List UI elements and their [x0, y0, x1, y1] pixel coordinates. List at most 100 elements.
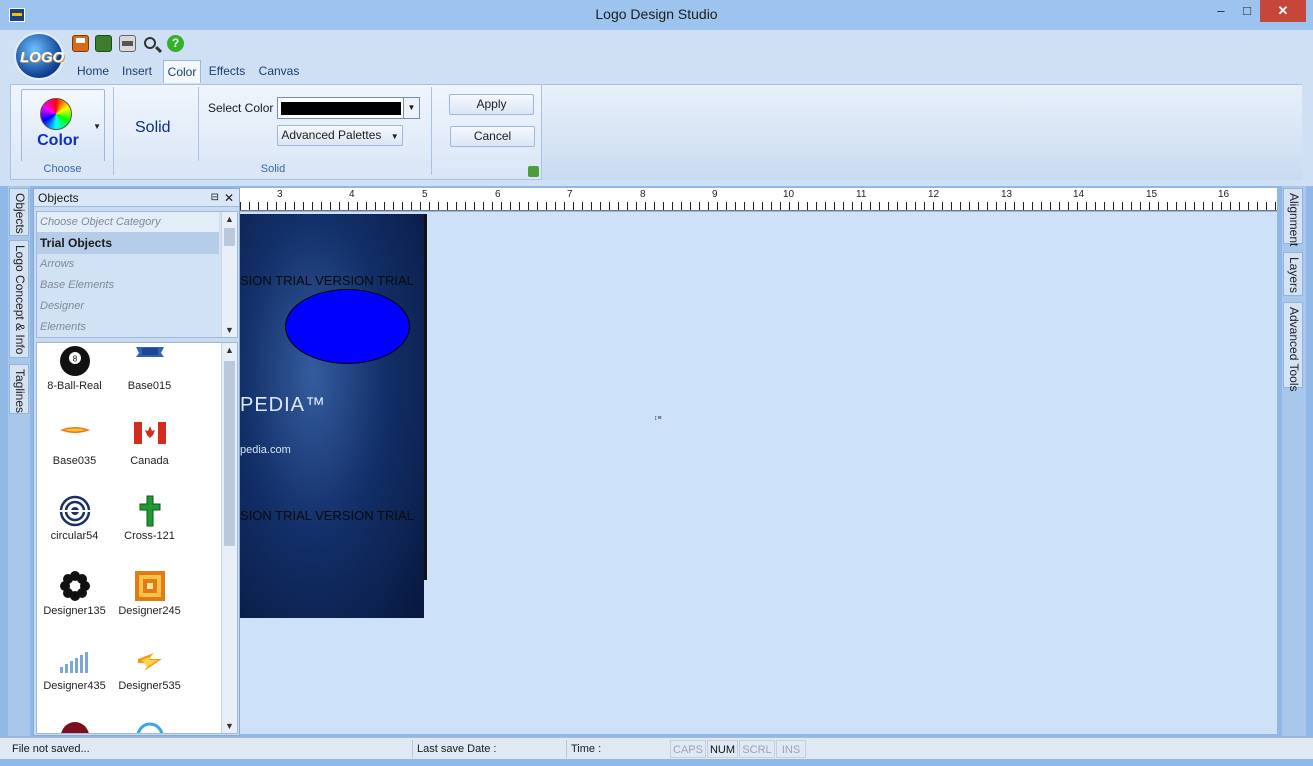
ruler-number: 13 [1001, 189, 1013, 200]
tab-effects[interactable]: Effects [205, 60, 249, 83]
chevron-down-icon: ▼ [390, 132, 399, 141]
object-item[interactable]: Designer135 [37, 568, 112, 643]
trial-watermark: SION TRIAL VERSION TRIAL [240, 508, 414, 523]
scroll-down-icon[interactable]: ▼ [222, 719, 237, 733]
advanced-palettes-button[interactable]: Advanced Palettes ▼ [277, 125, 403, 146]
help-icon[interactable]: ? [167, 35, 184, 52]
orb-logo-text: LOGO [20, 49, 65, 66]
apply-button[interactable]: Apply [449, 94, 534, 115]
side-tab-taglines-label: Taglines [13, 369, 27, 414]
category-list[interactable]: Choose Object Category Trial Objects Arr… [36, 211, 238, 338]
pin-icon[interactable]: ⊟ [211, 189, 219, 207]
category-item[interactable]: Arrows [37, 254, 219, 275]
scroll-thumb[interactable] [224, 361, 235, 546]
cross-icon [139, 495, 161, 527]
side-tab-taglines[interactable]: Taglines [9, 364, 29, 414]
object-item[interactable]: Designer435 [37, 643, 112, 718]
ruler-number: 16 [1218, 189, 1230, 200]
object-item[interactable]: Canada [112, 418, 187, 493]
close-icon[interactable]: ✕ [224, 189, 234, 207]
scroll-up-icon[interactable]: ▲ [222, 212, 237, 226]
tab-insert[interactable]: Insert [116, 60, 158, 83]
flower-icon [60, 571, 90, 601]
scroll-down-icon[interactable]: ▼ [222, 323, 237, 337]
color-button[interactable]: Color ▼ [21, 89, 105, 163]
dark-red-circle-icon [61, 722, 89, 733]
object-item[interactable]: 8 8-Ball-Real [37, 343, 112, 418]
object-item[interactable] [112, 718, 187, 733]
objects-panel-title: Objects [38, 191, 79, 205]
ruler-number: 10 [783, 189, 795, 200]
side-tab-layers[interactable]: Layers [1283, 252, 1303, 296]
nested-squares-icon [135, 571, 165, 601]
ruler-number: 8 [640, 189, 646, 200]
background-url-text: pedia.com [240, 444, 291, 456]
chevron-down-icon[interactable]: ▼ [403, 98, 419, 118]
ruler-number: 4 [349, 189, 355, 200]
concentric-rings-icon [59, 495, 91, 527]
scroll-up-icon[interactable]: ▲ [222, 343, 237, 357]
flame-swoosh-icon [60, 427, 90, 433]
group-divider [113, 87, 114, 175]
ribbon-color-panel: Color ▼ Choose Solid Select Color ▼ Adva… [10, 84, 542, 180]
category-item[interactable]: Base Elements [37, 275, 219, 296]
save-as-icon[interactable] [95, 35, 112, 52]
blue-arc-icon [136, 722, 164, 733]
object-item[interactable]: Cross-121 [112, 493, 187, 568]
minimize-button[interactable]: – [1208, 0, 1234, 22]
title-bar: Logo Design Studio – □ ✕ [0, 0, 1313, 30]
maximize-button[interactable]: □ [1234, 0, 1260, 22]
ribbon-banner-icon [136, 347, 164, 357]
side-tab-logo-concept-label: Logo Concept & Info [13, 245, 27, 355]
cancel-button[interactable]: Cancel [450, 126, 535, 147]
design-canvas[interactable]: SION TRIAL VERSION TRIAL PEDIA™ pedia.co… [240, 212, 1277, 734]
scroll-lock-indicator: SCRL [739, 740, 775, 758]
tab-canvas[interactable]: Canvas [257, 60, 301, 83]
print-icon[interactable] [119, 35, 136, 52]
close-button[interactable]: ✕ [1260, 0, 1306, 22]
application-menu-orb[interactable]: LOGO [14, 32, 64, 80]
background-brand-text: PEDIA™ [240, 394, 327, 416]
ruler-number: 9 [712, 189, 718, 200]
object-item[interactable]: Designer245 [112, 568, 187, 643]
category-scrollbar[interactable]: ▲ ▼ [221, 212, 237, 337]
side-tab-alignment[interactable]: Alignment [1283, 188, 1303, 247]
side-tab-objects[interactable]: Objects [9, 188, 29, 236]
dialog-launcher-icon[interactable] [528, 166, 539, 177]
side-tab-logo-concept[interactable]: Logo Concept & Info [9, 240, 29, 358]
color-button-label: Color [37, 132, 79, 149]
side-tab-alignment-label: Alignment [1287, 193, 1301, 247]
object-name: Canada [130, 455, 169, 467]
artboard[interactable]: SION TRIAL VERSION TRIAL PEDIA™ pedia.co… [240, 214, 427, 618]
objects-grid: 8 8-Ball-Real Base015 Base035 Canada cir… [36, 342, 238, 734]
select-color-label: Select Color [208, 101, 274, 115]
object-item[interactable]: circular54 [37, 493, 112, 568]
left-side-tabs: Objects Logo Concept & Info Taglines [8, 186, 30, 736]
scroll-thumb[interactable] [224, 228, 235, 246]
object-item[interactable] [37, 718, 112, 733]
tab-home[interactable]: Home [72, 60, 114, 83]
blue-ellipse-shape[interactable] [285, 289, 410, 364]
objects-panel: Objects ⊟ ✕ Choose Object Category Trial… [33, 188, 240, 736]
object-name: Designer245 [118, 605, 181, 617]
select-color-dropdown[interactable]: ▼ [277, 97, 420, 119]
save-icon[interactable] [72, 35, 89, 52]
object-name: Cross-121 [124, 530, 175, 542]
ruler-number: 11 [856, 189, 867, 200]
object-item[interactable]: Designer535 [112, 643, 187, 718]
ruler-ticks [240, 202, 1277, 210]
status-bar: File not saved... Last save Date : Time … [0, 737, 1313, 759]
objects-scrollbar[interactable]: ▲ ▼ [221, 343, 237, 733]
object-item[interactable]: Base015 [112, 343, 187, 418]
category-item[interactable]: Trial Objects [37, 233, 219, 254]
print-preview-icon[interactable] [144, 37, 156, 49]
category-item[interactable]: Elements [37, 317, 219, 337]
object-item[interactable]: Base035 [37, 418, 112, 493]
object-name: Designer535 [118, 680, 181, 692]
tab-color[interactable]: Color [163, 60, 201, 83]
category-item[interactable]: Designer [37, 296, 219, 317]
selected-color-swatch [281, 102, 401, 115]
ruler-number: 14 [1073, 189, 1085, 200]
side-tab-advanced-tools[interactable]: Advanced Tools [1283, 302, 1303, 392]
8-ball-icon: 8 [60, 346, 90, 376]
